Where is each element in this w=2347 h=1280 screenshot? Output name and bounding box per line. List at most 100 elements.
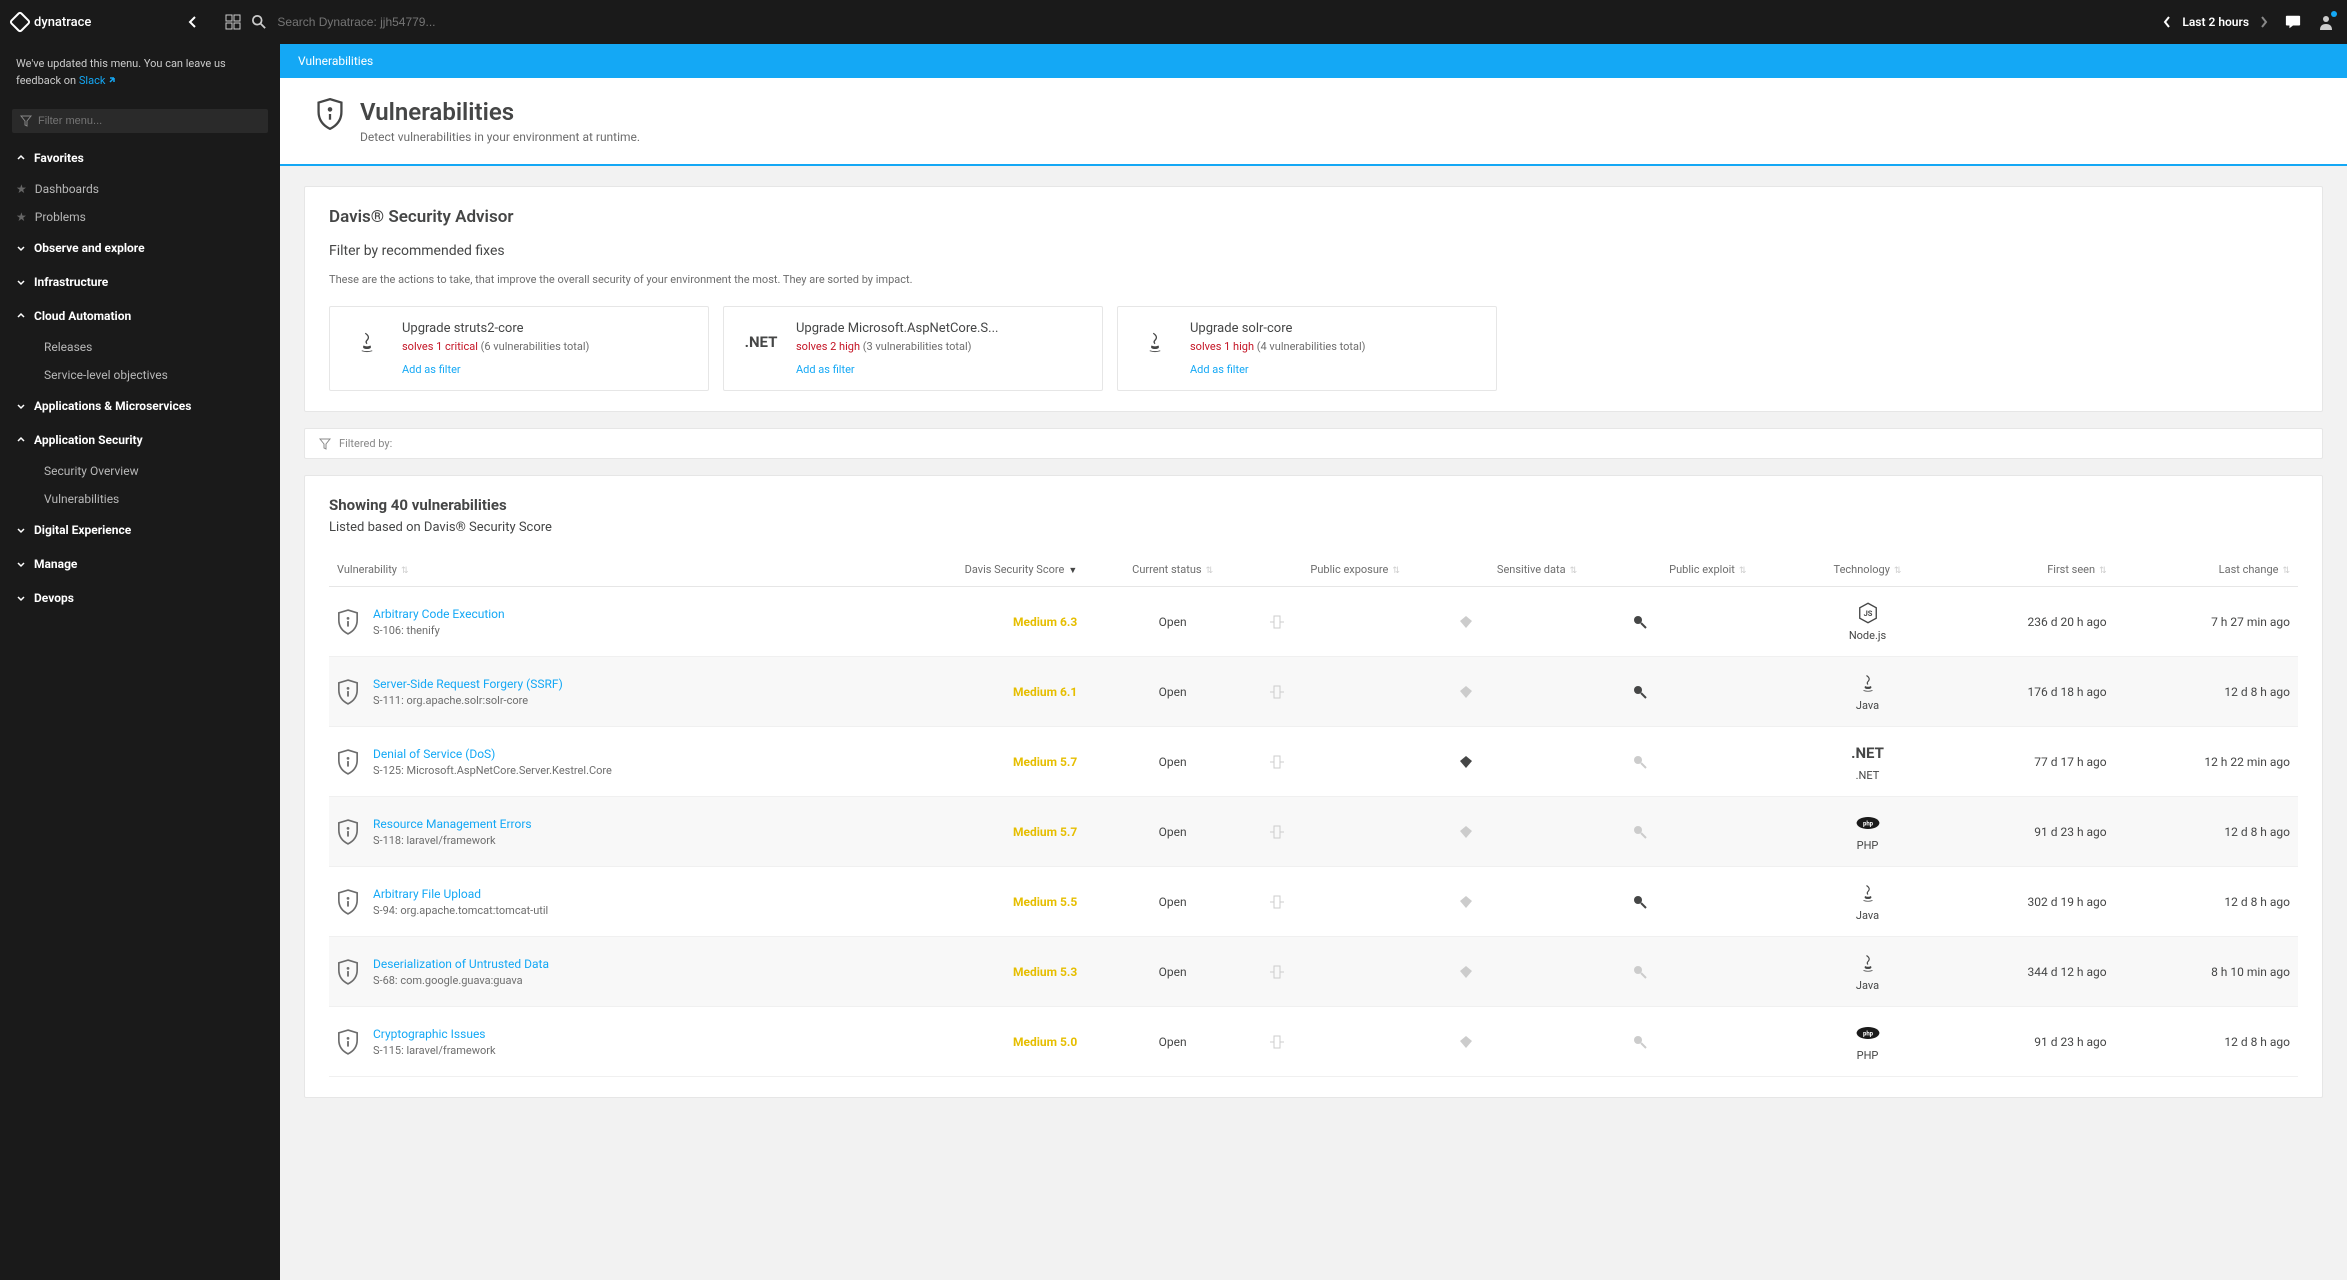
nav-item[interactable]: Vulnerabilities — [0, 485, 280, 513]
nav-item[interactable]: Releases — [0, 333, 280, 361]
table-row[interactable]: Denial of Service (DoS)S-125: Microsoft.… — [329, 727, 2298, 797]
add-as-filter-link[interactable]: Add as filter — [1190, 363, 1480, 376]
tech-icon — [1856, 951, 1880, 975]
fixes-list: Upgrade struts2-coresolves 1 critical (6… — [329, 306, 2298, 391]
score-cell: Medium 6.3 — [853, 587, 1085, 657]
col-last-change[interactable]: Last change⇅ — [2115, 553, 2298, 587]
nav-section[interactable]: Cloud Automation — [0, 299, 280, 333]
table-row[interactable]: Arbitrary File Upload S-94: org.apache.to… — [329, 867, 2298, 937]
fix-severity: solves 1 critical — [402, 340, 478, 353]
col-exposure[interactable]: Public exposure⇅ — [1260, 553, 1450, 587]
brand-text: dynatrace — [34, 15, 91, 30]
search-icon[interactable] — [251, 14, 267, 30]
nav-section[interactable]: Devops — [0, 581, 280, 615]
add-as-filter-link[interactable]: Add as filter — [402, 363, 692, 376]
nav-section[interactable]: Digital Experience — [0, 513, 280, 547]
notification-dot — [2331, 11, 2337, 17]
timeframe-selector[interactable]: Last 2 hours — [2162, 15, 2269, 29]
vulnerability-name[interactable]: Deserialization of Untrusted Data — [373, 957, 549, 971]
user-icon[interactable] — [2317, 13, 2335, 31]
exploit-cell — [1624, 937, 1792, 1007]
vulnerability-name[interactable]: Resource Management Errors — [373, 817, 532, 831]
fix-title: Upgrade struts2-core — [402, 321, 692, 336]
vulnerability-name[interactable]: Arbitrary File Upload — [373, 887, 548, 901]
nav-section-label: Favorites — [34, 151, 84, 165]
vulnerability-name[interactable]: Cryptographic Issues — [373, 1027, 496, 1041]
nav-section[interactable]: Application Security — [0, 423, 280, 457]
page-title: Vulnerabilities — [360, 98, 640, 126]
vulnerability-id: S-94: org.apache.tomcat:tomcat-util — [373, 904, 548, 917]
table-row[interactable]: Deserialization of Untrusted DataS-68: c… — [329, 937, 2298, 1007]
col-score[interactable]: Davis Security Score▼ — [853, 553, 1085, 587]
filter-menu[interactable] — [12, 109, 268, 133]
vulnerability-id: S-106: thenify — [373, 624, 505, 637]
first-seen-cell: 236 d 20 h ago — [1943, 587, 2115, 657]
table-row[interactable]: Server-Side Request Forgery (SSRF)S-111:… — [329, 657, 2298, 727]
filter-bar[interactable]: Filtered by: — [304, 428, 2323, 459]
col-technology[interactable]: Technology⇅ — [1792, 553, 1943, 587]
sensitive-cell — [1450, 1007, 1623, 1077]
sensitive-cell — [1450, 797, 1623, 867]
table-row[interactable]: Cryptographic Issues S-115: laravel/frame… — [329, 1007, 2298, 1077]
vulnerability-name[interactable]: Denial of Service (DoS) — [373, 747, 612, 761]
col-sensitive[interactable]: Sensitive data⇅ — [1450, 553, 1623, 587]
nav-item[interactable]: Security Overview — [0, 457, 280, 485]
nav-section[interactable]: Manage — [0, 547, 280, 581]
technology-cell: Java — [1792, 657, 1943, 727]
nav-section-label: Observe and explore — [34, 241, 145, 255]
exploit-cell — [1624, 657, 1792, 727]
chevron-icon — [16, 593, 26, 603]
nav-section[interactable]: Applications & Microservices — [0, 389, 280, 423]
svg-text:php: php — [1862, 1030, 1873, 1037]
chevron-right-icon — [2259, 15, 2269, 29]
nav-section[interactable]: Infrastructure — [0, 265, 280, 299]
filter-menu-input[interactable] — [38, 115, 260, 127]
page-header: Vulnerabilities Detect vulnerabilities i… — [280, 78, 2347, 166]
technology-cell: phpPHP — [1792, 797, 1943, 867]
col-first-seen[interactable]: First seen⇅ — [1943, 553, 2115, 587]
search-input[interactable] — [277, 15, 577, 29]
vulnerability-id: S-115: laravel/framework — [373, 1044, 496, 1057]
table-row[interactable]: Resource Management Errors S-118: laravel… — [329, 797, 2298, 867]
chat-icon[interactable] — [2285, 14, 2301, 30]
technology-cell: JSNode.js — [1792, 587, 1943, 657]
vulnerability-name[interactable]: Arbitrary Code Execution — [373, 607, 505, 621]
back-button[interactable] — [181, 10, 205, 34]
star-icon: ★ — [16, 182, 27, 196]
fix-card[interactable]: Upgrade struts2-coresolves 1 critical (6… — [329, 306, 709, 391]
fix-card[interactable]: Upgrade solr-coresolves 1 high (4 vulner… — [1117, 306, 1497, 391]
menu-notice: We've updated this menu. You can leave u… — [0, 44, 280, 101]
nav-section[interactable]: Favorites — [0, 141, 280, 175]
nav-section[interactable]: Observe and explore — [0, 231, 280, 265]
nav-item-label: Releases — [44, 340, 92, 354]
fix-card[interactable]: .NETUpgrade Microsoft.AspNetCore.S...sol… — [723, 306, 1103, 391]
vulnerability-name[interactable]: Server-Side Request Forgery (SSRF) — [373, 677, 563, 691]
nav-item[interactable]: ★Dashboards — [0, 175, 280, 203]
tech-icon — [1134, 321, 1176, 363]
nav-section-label: Devops — [34, 591, 74, 605]
brand-logo[interactable]: dynatrace — [12, 14, 91, 30]
table-row[interactable]: Arbitrary Code Execution S-106: thenify Me… — [329, 587, 2298, 657]
nav-section-label: Manage — [34, 557, 77, 571]
col-status[interactable]: Current status⇅ — [1085, 553, 1260, 587]
fix-title: Upgrade Microsoft.AspNetCore.S... — [796, 321, 1086, 336]
last-change-cell: 12 d 8 h ago — [2115, 1007, 2298, 1077]
exposure-cell — [1260, 937, 1450, 1007]
nav-section-label: Application Security — [34, 433, 143, 447]
results-heading: Showing 40 vulnerabilities — [329, 496, 2298, 514]
chevron-icon — [16, 243, 26, 253]
slack-link[interactable]: Slack — [79, 74, 106, 87]
nav-item[interactable]: ★Problems — [0, 203, 280, 231]
external-link-icon — [108, 76, 118, 86]
exposure-cell — [1260, 867, 1450, 937]
nav-item[interactable]: Service-level objectives — [0, 361, 280, 389]
add-as-filter-link[interactable]: Add as filter — [796, 363, 1086, 376]
tech-icon: JS — [1856, 601, 1880, 625]
col-exploit[interactable]: Public exploit⇅ — [1624, 553, 1792, 587]
vulnerability-id: S-118: laravel/framework — [373, 834, 532, 847]
tech-icon: php — [1856, 1021, 1880, 1045]
breadcrumb[interactable]: Vulnerabilities — [280, 44, 2347, 78]
status-cell: Open — [1085, 587, 1260, 657]
col-vulnerability[interactable]: Vulnerability⇅ — [329, 553, 853, 587]
grid-icon[interactable] — [225, 14, 241, 30]
